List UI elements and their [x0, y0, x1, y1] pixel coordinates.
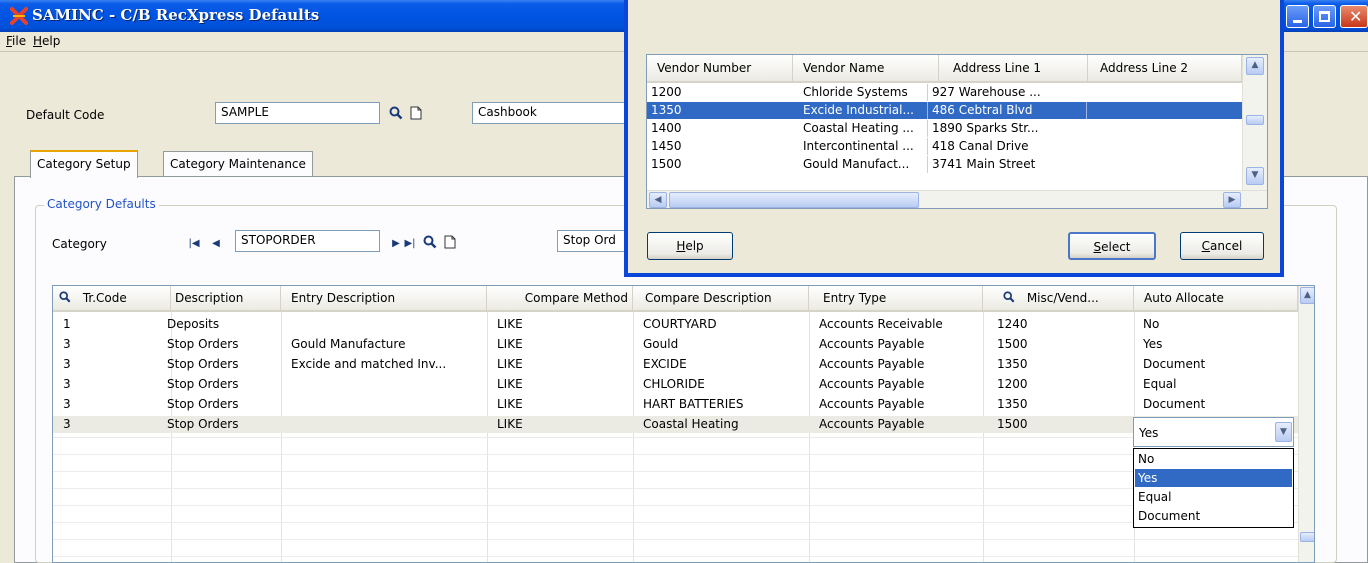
vendor-scroll-down-icon[interactable]: ▼	[1246, 167, 1264, 185]
vendor-row[interactable]: 1400 Coastal Heating ... 1890 Sparks Str…	[647, 120, 1242, 137]
vendor-row[interactable]: 1500 Gould Manufact... 3741 Main Street	[647, 156, 1242, 173]
auto-allocate-combo[interactable]: Yes ▼	[1133, 417, 1294, 447]
vendor-scroll-right-icon[interactable]: ▶	[1223, 192, 1241, 208]
column-header-compare-description[interactable]: Compare Description	[633, 286, 809, 312]
vendor-row[interactable]: 1450 Intercontinental ... 418 Canal Driv…	[647, 138, 1242, 155]
vendor-row[interactable]: 1200 Chloride Systems 927 Warehouse ...	[647, 84, 1242, 101]
vendor-row-selected[interactable]: 1350 Excide Industrial... 486 Cebtral Bl…	[647, 102, 1242, 119]
default-code-description: Cashbook	[472, 102, 628, 124]
column-header-auto-allocate[interactable]: Auto Allocate	[1134, 286, 1298, 312]
grid-scroll-thumb[interactable]	[1300, 532, 1314, 542]
app-icon	[10, 7, 28, 25]
dialog-select-button[interactable]: Select	[1068, 232, 1156, 260]
option-yes[interactable]: Yes	[1135, 469, 1292, 487]
default-code-label: Default Code	[26, 108, 105, 122]
menu-file[interactable]: File	[6, 34, 26, 48]
minimize-icon	[1293, 20, 1302, 23]
vendor-hscroll-thumb[interactable]	[669, 192, 919, 208]
vendor-vertical-scrollbar[interactable]: ▲ ▼	[1242, 55, 1267, 190]
auto-allocate-selected: Yes	[1139, 426, 1159, 440]
maximize-button[interactable]	[1313, 5, 1336, 28]
table-row[interactable]: 3 Stop Orders LIKE CHLORIDE Accounts Pay…	[53, 376, 1298, 393]
column-header-entry-description[interactable]: Entry Description	[281, 286, 487, 312]
option-document[interactable]: Document	[1135, 507, 1292, 525]
last-record-icon[interactable]: ▶|	[402, 236, 418, 252]
vendor-scroll-up-icon[interactable]: ▲	[1246, 57, 1264, 75]
menu-help[interactable]: Help	[33, 34, 60, 48]
vendor-column-name[interactable]: Vendor Name	[793, 55, 939, 83]
category-new-icon[interactable]	[442, 235, 458, 251]
grid-scroll-up-icon[interactable]: ▲	[1300, 287, 1314, 304]
column-header-misc-vendor[interactable]: Misc/Vend...	[983, 286, 1134, 312]
vendor-horizontal-scrollbar[interactable]: ◀ ▶	[647, 190, 1267, 208]
tab-category-setup[interactable]: Category Setup	[30, 150, 138, 178]
table-row[interactable]: 3 Stop Orders Excide and matched Inv... …	[53, 356, 1298, 373]
vendor-scroll-left-icon[interactable]: ◀	[649, 192, 667, 208]
tr-code-search-icon[interactable]	[59, 291, 71, 303]
tab-category-maintenance[interactable]: Category Maintenance	[163, 151, 313, 177]
dialog-help-button[interactable]: Help	[647, 232, 733, 260]
table-row[interactable]: 1 Deposits LIKE COURTYARD Accounts Recei…	[53, 316, 1298, 333]
previous-record-icon[interactable]: ◀	[208, 236, 224, 252]
column-header-tr-code[interactable]: Tr.Code	[53, 286, 171, 312]
column-header-entry-type[interactable]: Entry Type	[809, 286, 983, 312]
close-button[interactable]: ✕	[1340, 5, 1368, 28]
vendor-column-address1[interactable]: Address Line 1	[939, 55, 1088, 83]
category-label: Category	[52, 237, 107, 251]
dialog-cancel-button[interactable]: Cancel	[1180, 232, 1264, 260]
auto-allocate-options[interactable]: No Yes Equal Document	[1133, 448, 1294, 528]
option-no[interactable]: No	[1135, 450, 1292, 468]
category-description: Stop Ord	[557, 230, 628, 252]
default-code-input[interactable]: SAMPLE	[215, 102, 380, 124]
misc-vendor-search-icon[interactable]	[1003, 291, 1015, 303]
category-search-icon[interactable]	[422, 235, 438, 251]
minimize-button[interactable]	[1286, 5, 1309, 28]
vendor-scroll-thumb[interactable]	[1246, 115, 1264, 125]
default-code-new-icon[interactable]	[408, 106, 424, 122]
category-input[interactable]: STOPORDER	[235, 230, 380, 252]
window-title: SAMINC - C/B RecXpress Defaults	[32, 6, 320, 24]
table-row[interactable]: 3 Stop Orders Gould Manufacture LIKE Gou…	[53, 336, 1298, 353]
close-icon: ✕	[1349, 7, 1363, 26]
vendor-column-address2[interactable]: Address Line 2	[1088, 55, 1242, 83]
column-header-description[interactable]: Description	[171, 286, 281, 312]
category-grid[interactable]: Tr.Code Description Entry Description Co…	[52, 285, 1315, 563]
column-header-compare-method[interactable]: Compare Method	[487, 286, 633, 312]
table-row[interactable]: 3 Stop Orders LIKE HART BATTERIES Accoun…	[53, 396, 1298, 413]
first-record-icon[interactable]: |◀	[186, 236, 202, 252]
category-defaults-label: Category Defaults	[44, 197, 159, 211]
grid-vertical-scrollbar[interactable]: ▲	[1298, 286, 1314, 562]
maximize-icon	[1319, 11, 1330, 22]
default-code-search-icon[interactable]	[388, 106, 404, 122]
table-row-current[interactable]: 3 Stop Orders LIKE Coastal Heating Accou…	[53, 416, 1298, 433]
option-equal[interactable]: Equal	[1135, 488, 1292, 506]
chevron-down-icon[interactable]: ▼	[1275, 422, 1292, 442]
vendor-column-number[interactable]: Vendor Number	[647, 55, 793, 83]
vendor-lookup-grid[interactable]: Vendor Number Vendor Name Address Line 1…	[646, 54, 1268, 209]
